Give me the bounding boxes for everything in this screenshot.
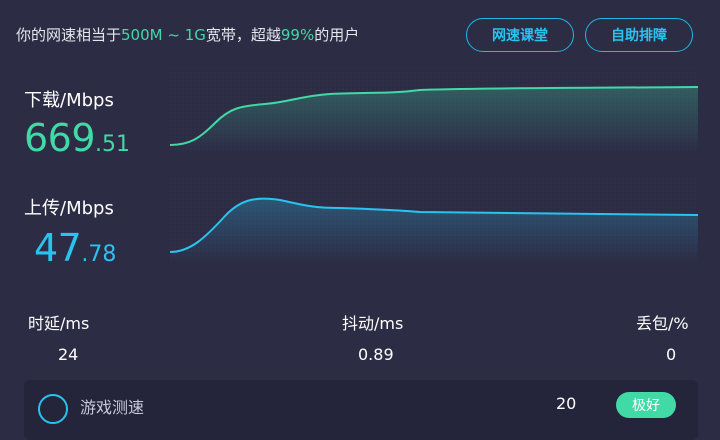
latency-value: 24 bbox=[58, 345, 79, 364]
game-speed-card[interactable]: 游戏测速 20 极好 bbox=[24, 380, 698, 440]
summary-percent: 99% bbox=[280, 26, 315, 44]
download-value-int: 669 bbox=[24, 116, 96, 160]
game-icon bbox=[38, 394, 68, 424]
game-speed-label: 游戏测速 bbox=[80, 398, 145, 417]
game-rating-badge[interactable]: 极好 bbox=[616, 392, 676, 418]
jitter-value: 0.89 bbox=[358, 345, 394, 364]
speed-summary: 你的网速相当于500M ~ 1G宽带，超越99%的用户 bbox=[16, 24, 359, 45]
download-value: 669.51 bbox=[24, 116, 130, 160]
summary-range: 500M ~ 1G bbox=[121, 26, 206, 44]
download-value-dec: .51 bbox=[95, 132, 131, 157]
summary-suffix: 的用户 bbox=[314, 26, 360, 44]
latency-label: 时延/ms bbox=[28, 314, 90, 333]
upload-value: 47.78 bbox=[34, 226, 116, 270]
upload-speed-graph bbox=[170, 178, 698, 262]
summary-prefix: 你的网速相当于 bbox=[16, 26, 122, 44]
jitter-label: 抖动/ms bbox=[342, 314, 404, 333]
packet-loss-value: 0 bbox=[666, 345, 677, 364]
upload-label: 上传/Mbps bbox=[24, 198, 114, 219]
troubleshoot-button[interactable]: 自助排障 bbox=[585, 18, 693, 52]
upload-value-dec: .78 bbox=[81, 242, 117, 267]
packet-loss-label: 丢包/% bbox=[636, 314, 689, 333]
game-speed-value: 20 bbox=[556, 394, 577, 413]
download-label: 下载/Mbps bbox=[24, 90, 114, 111]
summary-middle: 宽带，超越 bbox=[205, 26, 281, 44]
download-speed-graph bbox=[170, 68, 698, 152]
upload-value-int: 47 bbox=[34, 226, 82, 270]
speed-course-button[interactable]: 网速课堂 bbox=[466, 18, 574, 52]
